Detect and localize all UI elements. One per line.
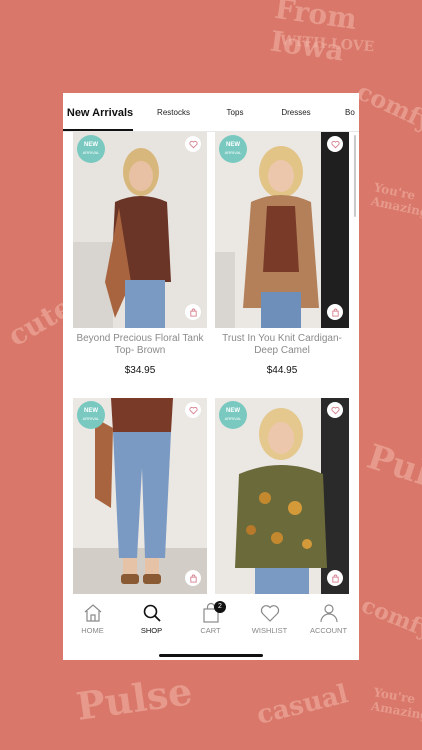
product-image[interactable]: NEW ARRIVAL [215, 132, 349, 328]
doodle-text: comfy [352, 76, 422, 137]
new-arrival-badge: NEW ARRIVAL [77, 401, 105, 429]
nav-wishlist[interactable]: WISHLIST [240, 602, 299, 646]
tab-tops[interactable]: Tops [219, 93, 251, 131]
product-image[interactable]: NEW ARRIVAL [73, 132, 207, 328]
bottom-navigation: HOME SHOP 2 CART WISHLIST ACCOUNT [63, 598, 359, 660]
nav-account-label: ACCOUNT [309, 626, 348, 635]
add-to-cart-button[interactable] [327, 570, 343, 586]
doodle-text: You're Amazing [369, 180, 422, 220]
active-tab-indicator [63, 129, 133, 131]
product-image[interactable]: NEW ARRIVAL [215, 398, 349, 594]
product-price: $44.95 [266, 365, 298, 376]
heart-icon [260, 605, 279, 622]
home-icon [84, 604, 101, 622]
shopping-bag-icon [189, 308, 197, 317]
nav-account[interactable]: ACCOUNT [299, 602, 358, 646]
doodle-text: Pulse [73, 668, 195, 729]
tab-restocks[interactable]: Restocks [151, 93, 196, 131]
doodle-text: casual [253, 679, 352, 731]
product-name[interactable]: Trust In You Knit Cardigan- Deep Camel [215, 333, 349, 357]
tab-dresses[interactable]: Dresses [277, 93, 315, 131]
app-screen: New Arrivals Restocks Tops Dresses Bo NE… [63, 93, 359, 660]
add-to-cart-button[interactable] [185, 570, 201, 586]
doodle-text: Pulse [362, 436, 422, 508]
cart-count-badge: 2 [214, 601, 226, 613]
doodle-text: comfy [357, 592, 422, 644]
home-indicator [159, 654, 263, 657]
doodle-text: You're Amazing [370, 685, 422, 723]
new-arrival-badge: NEW ARRIVAL [219, 135, 247, 163]
category-tabs: New Arrivals Restocks Tops Dresses Bo [63, 93, 359, 132]
heart-icon [188, 140, 198, 148]
nav-home[interactable]: HOME [63, 602, 122, 646]
wishlist-button[interactable] [327, 402, 343, 418]
new-arrival-badge: NEW ARRIVAL [219, 401, 247, 429]
user-icon [319, 604, 338, 623]
product-image[interactable]: NEW ARRIVAL [73, 398, 207, 594]
tab-bottoms[interactable]: Bo [345, 93, 359, 131]
wishlist-button[interactable] [327, 136, 343, 152]
nav-home-label: HOME [81, 626, 104, 635]
heart-icon [330, 140, 340, 148]
nav-wishlist-label: WISHLIST [251, 626, 288, 635]
search-icon [143, 604, 161, 622]
product-price: $34.95 [124, 365, 156, 376]
heart-icon [330, 406, 340, 414]
wishlist-button[interactable] [185, 402, 201, 418]
scrollbar[interactable] [354, 135, 356, 217]
shopping-bag-icon [189, 574, 197, 583]
shopping-bag-icon [331, 308, 339, 317]
wishlist-button[interactable] [185, 136, 201, 152]
add-to-cart-button[interactable] [185, 304, 201, 320]
nav-shop[interactable]: SHOP [122, 602, 181, 646]
add-to-cart-button[interactable] [327, 304, 343, 320]
heart-icon [188, 406, 198, 414]
tab-new-arrivals[interactable]: New Arrivals [65, 93, 135, 131]
nav-cart[interactable]: 2 CART [181, 601, 240, 646]
nav-cart-label: CART [200, 626, 221, 635]
new-arrival-badge: NEW ARRIVAL [77, 135, 105, 163]
nav-shop-label: SHOP [140, 626, 163, 635]
shopping-bag-icon [331, 574, 339, 583]
product-name[interactable]: Beyond Precious Floral Tank Top- Brown [73, 333, 207, 357]
